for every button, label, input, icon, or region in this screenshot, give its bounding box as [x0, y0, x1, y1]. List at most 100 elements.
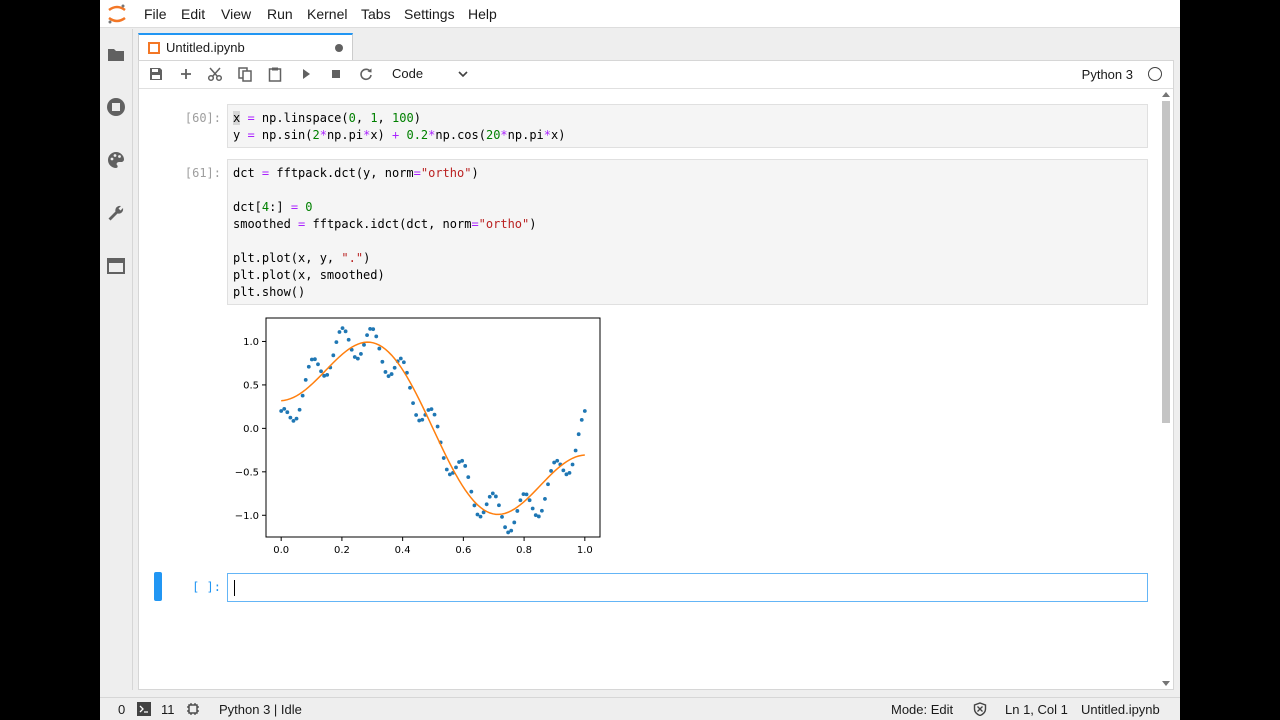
cell-type-select[interactable]: Code	[392, 66, 423, 81]
data-point	[493, 494, 498, 499]
data-point	[291, 418, 296, 423]
code-cell-empty[interactable]	[227, 573, 1148, 602]
data-point	[536, 514, 541, 519]
left-sidebar	[100, 29, 133, 690]
x-tick-label: 0.8	[516, 545, 532, 556]
data-point	[546, 482, 550, 487]
data-point	[414, 413, 419, 417]
menu-view[interactable]: View	[221, 6, 251, 22]
data-point	[524, 492, 529, 497]
palette-icon[interactable]	[106, 150, 126, 170]
add-icon[interactable]	[178, 66, 194, 82]
data-point	[487, 494, 492, 499]
plot-output: 0.0 0.2 0.4 0.6 0.8 1.0 1.0 0.5 0.0 −0.5 −1.0	[235, 317, 601, 556]
cell-prompt: [ ]:	[192, 580, 221, 594]
data-point	[429, 407, 434, 411]
x-tick-label: 0.0	[273, 545, 289, 556]
data-point	[460, 458, 465, 463]
data-point	[377, 346, 382, 351]
status-cursor-position[interactable]: Ln 1, Col 1	[1005, 702, 1068, 717]
menu-help[interactable]: Help	[468, 6, 497, 22]
menu-file[interactable]: File	[144, 6, 167, 22]
data-point	[300, 393, 305, 398]
data-point	[518, 498, 523, 503]
data-point	[582, 409, 587, 413]
data-point	[444, 467, 449, 472]
menu-edit[interactable]: Edit	[181, 6, 205, 22]
y-tick-label: 0.5	[243, 380, 259, 391]
copy-icon[interactable]	[237, 66, 253, 82]
menu-kernel[interactable]: Kernel	[307, 6, 347, 22]
menu-bar: File Edit View Run Kernel Tabs Settings …	[100, 0, 1180, 28]
cpu-icon[interactable]	[186, 702, 200, 716]
data-point	[297, 407, 302, 412]
kernel-name[interactable]: Python 3	[1082, 67, 1133, 82]
data-point	[490, 491, 495, 496]
data-point	[530, 506, 535, 511]
scroll-up-icon[interactable]	[1162, 91, 1170, 97]
restart-icon[interactable]	[358, 66, 374, 82]
code-line: dct = fftpack.dct(y, norm="ortho")	[233, 166, 479, 180]
status-kernel-count[interactable]: 11	[161, 702, 175, 717]
data-point	[346, 337, 351, 342]
terminal-icon[interactable]	[137, 702, 151, 716]
unsaved-indicator[interactable]	[335, 44, 343, 52]
status-mode[interactable]: Mode: Edit	[891, 702, 953, 717]
data-point	[484, 502, 489, 507]
status-file-name[interactable]: Untitled.ipynb	[1081, 702, 1160, 717]
status-kernel-state[interactable]: Python 3 | Idle	[219, 702, 302, 717]
folder-icon[interactable]	[106, 45, 126, 65]
status-simple-count[interactable]: 0	[118, 702, 125, 717]
tab-untitled-notebook[interactable]: Untitled.ipynb	[138, 33, 353, 61]
data-point	[509, 528, 514, 533]
cell-prompt: [60]:	[184, 111, 221, 125]
data-point	[570, 462, 575, 467]
data-point	[389, 372, 394, 376]
save-icon[interactable]	[148, 66, 164, 82]
paste-icon[interactable]	[267, 66, 283, 82]
scroll-thumb[interactable]	[1162, 101, 1170, 423]
data-point	[294, 416, 299, 421]
run-icon[interactable]	[298, 66, 314, 82]
scroll-down-icon[interactable]	[1162, 681, 1170, 687]
data-point	[432, 412, 437, 417]
vertical-scrollbar[interactable]	[1161, 91, 1171, 687]
chevron-down-icon[interactable]	[457, 68, 469, 80]
notebook-panel: Code Python 3 [60]: x = np.linspace(0, 1…	[138, 60, 1174, 690]
running-icon[interactable]	[106, 97, 126, 117]
data-point	[319, 369, 323, 374]
data-point	[555, 458, 560, 463]
data-point	[334, 340, 339, 344]
trusted-shield-icon[interactable]	[973, 702, 987, 716]
code-cell-60[interactable]: x = np.linspace(0, 1, 100) y = np.sin(2*…	[227, 104, 1148, 148]
data-point	[398, 356, 403, 361]
data-point	[386, 374, 391, 379]
jupyter-logo	[108, 4, 126, 24]
data-point	[579, 417, 584, 422]
data-point	[288, 415, 293, 420]
data-point	[371, 327, 376, 332]
tabs-icon[interactable]	[106, 256, 126, 276]
data-point	[411, 401, 415, 406]
data-point	[561, 468, 566, 473]
code-cell-61[interactable]: dct = fftpack.dct(y, norm="ortho") dct[4…	[227, 159, 1148, 305]
x-tick-label: 0.2	[334, 545, 350, 556]
stop-icon[interactable]	[328, 66, 344, 82]
data-point	[543, 497, 547, 501]
data-point	[503, 525, 507, 530]
data-point	[331, 353, 336, 358]
code-line: plt.plot(x, y, ".")	[233, 251, 371, 265]
notebook-toolbar: Code Python 3	[139, 61, 1173, 89]
data-point	[472, 503, 477, 508]
data-point	[469, 489, 474, 494]
x-tick-label: 0.6	[455, 545, 471, 556]
data-point	[512, 520, 517, 525]
cut-icon[interactable]	[207, 66, 223, 82]
menu-tabs[interactable]: Tabs	[361, 6, 391, 22]
code-line: smoothed = fftpack.idct(dct, norm="ortho…	[233, 217, 537, 231]
wrench-icon[interactable]	[106, 203, 126, 223]
data-point	[374, 334, 379, 339]
menu-settings[interactable]: Settings	[404, 6, 455, 22]
menu-run[interactable]: Run	[267, 6, 293, 22]
